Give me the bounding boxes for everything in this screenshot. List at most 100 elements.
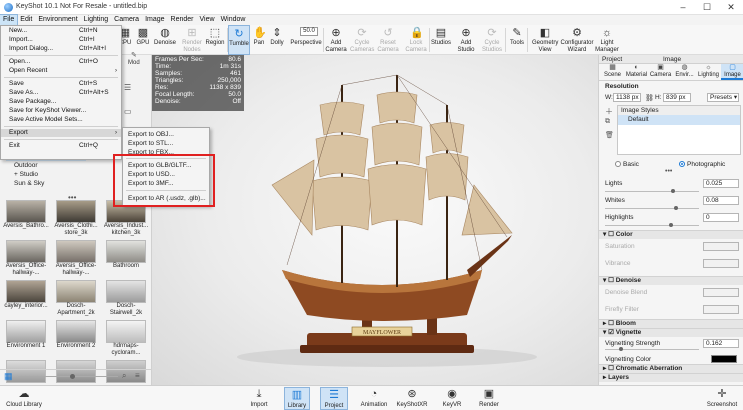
- reset-camera-button[interactable]: ↺ Reset Camera: [376, 25, 400, 55]
- file-menu-open[interactable]: Open... Ctrl+O: [1, 58, 121, 66]
- saturation-input[interactable]: [703, 242, 739, 251]
- add-style-icon[interactable]: ＋: [605, 106, 615, 116]
- fov-input[interactable]: 50.0: [300, 27, 318, 36]
- animation-button[interactable]: ◔ Animation: [360, 387, 388, 410]
- file-menu-export[interactable]: Export ›: [1, 129, 121, 137]
- environment-thumbnail[interactable]: cayley_interior...: [2, 280, 50, 318]
- vibrance-input[interactable]: [703, 259, 739, 268]
- whites-input[interactable]: 0.08: [703, 196, 739, 205]
- file-menu-save-package[interactable]: Save Package...: [1, 98, 121, 106]
- presets-dropdown[interactable]: Presets ▾: [707, 93, 739, 102]
- menu-view[interactable]: View: [197, 15, 218, 25]
- file-menu-import[interactable]: Import... Ctrl+I: [1, 36, 121, 44]
- denoise-button[interactable]: ◍ Denoise: [152, 25, 178, 55]
- vignette-color-swatch[interactable]: [711, 355, 737, 363]
- highlights-slider-knob[interactable]: [669, 223, 673, 227]
- file-menu-open-recent[interactable]: Open Recent ›: [1, 67, 121, 75]
- tab-lighting[interactable]: ☼ Lighting: [697, 64, 720, 80]
- section-splitter[interactable]: •••: [665, 168, 672, 175]
- add-camera-button[interactable]: ⊕ Add Camera: [324, 25, 348, 55]
- light-manager-button[interactable]: ☼ Light Manager: [594, 25, 620, 55]
- search-icon[interactable]: ⌕: [122, 371, 126, 381]
- export-export-to-obj[interactable]: Export to OBJ...: [123, 130, 209, 139]
- lock-camera-button[interactable]: 🔒 Lock Camera: [404, 25, 428, 55]
- render-viewport[interactable]: MAYFLOWER Frames Per Sec: 80.6 Time: 1m 31s…: [152, 55, 598, 385]
- duplicate-style-icon[interactable]: ⧉: [605, 118, 615, 128]
- basic-radio[interactable]: [615, 161, 621, 167]
- keyvr-button[interactable]: ◉ KeyVR: [440, 387, 464, 410]
- whites-slider[interactable]: [605, 208, 699, 209]
- add-studio-button[interactable]: ⊕ Add Studio: [454, 25, 478, 55]
- highlights-slider[interactable]: [605, 225, 699, 226]
- list-view-icon[interactable]: ☰: [124, 83, 131, 92]
- minimize-button[interactable]: –: [672, 0, 694, 15]
- file-menu-save-active-model-sets[interactable]: Save Active Model Sets...: [1, 116, 121, 124]
- menu-camera[interactable]: Camera: [111, 15, 142, 25]
- file-menu-new[interactable]: New... Ctrl+N: [1, 27, 121, 35]
- cycle-studios-button[interactable]: ⟳ Cycle Studios: [480, 25, 504, 55]
- tab-scene[interactable]: ▦ Scene: [601, 64, 624, 80]
- environment-thumbnail[interactable]: Dosch-Apartment_2k: [52, 280, 100, 318]
- tab-material[interactable]: ◐ Material: [625, 64, 648, 80]
- denoise-blend-input[interactable]: [703, 288, 739, 297]
- pan-button[interactable]: ✋ Pan: [251, 25, 267, 55]
- whites-slider-knob[interactable]: [674, 206, 678, 210]
- menu-image[interactable]: Image: [142, 15, 167, 25]
- models-tab-icon[interactable]: ✎: [131, 51, 137, 59]
- vignette-strength-knob[interactable]: [619, 347, 623, 351]
- firefly-filter-input[interactable]: [703, 305, 739, 314]
- cloud-library-button[interactable]: ☁ Cloud Library: [4, 387, 44, 410]
- bloom-section[interactable]: ▸ ☐ Bloom: [599, 319, 743, 328]
- environment-thumbnail[interactable]: Aversis_Bathro...: [2, 200, 50, 238]
- file-menu-save-for-keyshot-viewer[interactable]: Save for KeyShot Viewer...: [1, 107, 121, 115]
- image-style-default[interactable]: Default: [618, 115, 740, 125]
- list-toggle-icon[interactable]: ≡: [135, 371, 140, 380]
- lights-slider-knob[interactable]: [671, 189, 675, 193]
- grid-view-icon[interactable]: ▦: [4, 371, 13, 382]
- lights-input[interactable]: 0.025: [703, 179, 739, 188]
- menu-environment[interactable]: Environment: [35, 15, 80, 25]
- denoise-section[interactable]: ▾ ☐ Denoise: [599, 276, 743, 285]
- environment-thumbnail[interactable]: Environment 2: [52, 320, 100, 358]
- thumbnail-size-slider[interactable]: [18, 376, 118, 377]
- color-section[interactable]: ▾ ☐ Color: [599, 230, 743, 239]
- environment-thumbnail[interactable]: Aversis_Office-hallway-...: [2, 240, 50, 278]
- file-menu-save-as[interactable]: Save As... Ctrl+Alt+S: [1, 89, 121, 97]
- render-button[interactable]: ▣ Render: [476, 387, 502, 410]
- vignette-section[interactable]: ▾ ☑ Vignette: [599, 328, 743, 337]
- photographic-radio[interactable]: [679, 161, 685, 167]
- geometry-view-button[interactable]: ◧ Geometry View: [532, 25, 558, 55]
- models-tab-label[interactable]: Mod: [128, 60, 140, 66]
- lights-slider[interactable]: [605, 191, 699, 192]
- render-nodes-button[interactable]: ⊞ Render Nodes: [180, 25, 204, 55]
- environment-thumbnail[interactable]: Aversis_Office-hallway-...: [52, 240, 100, 278]
- tab-image[interactable]: ▢ Image: [721, 64, 743, 80]
- environment-thumbnail[interactable]: Aversis_Clothi... store_3k: [52, 200, 100, 238]
- menu-render[interactable]: Render: [168, 15, 197, 25]
- project-button[interactable]: ☰ Project: [320, 387, 348, 410]
- environment-thumbnail[interactable]: Dosch-Stairwell_2k: [102, 280, 150, 318]
- tumble-button[interactable]: ↻ Tumble: [228, 25, 250, 55]
- environment-thumbnail[interactable]: Bathroom: [102, 240, 150, 278]
- maximize-button[interactable]: ☐: [696, 0, 718, 15]
- tree-item-studio[interactable]: + Studio: [6, 170, 38, 179]
- environment-thumbnail[interactable]: hdrmaps-cycloram...: [102, 320, 150, 358]
- folder-icon[interactable]: ▭: [124, 107, 132, 116]
- cycle-cameras-button[interactable]: ⟳ Cycle Cameras: [350, 25, 374, 55]
- highlights-input[interactable]: 0: [703, 213, 739, 222]
- export-export-to-stl[interactable]: Export to STL...: [123, 139, 209, 148]
- tree-item-sun-sky[interactable]: Sun & Sky: [6, 179, 44, 188]
- file-menu-import-dialog[interactable]: Import Dialog... Ctrl+Alt+I: [1, 45, 121, 53]
- studios-button[interactable]: ▤ Studios: [430, 25, 452, 55]
- delete-style-icon[interactable]: 🗑: [605, 131, 615, 141]
- tab-envir[interactable]: ◍ Envir...: [673, 64, 696, 80]
- import-button[interactable]: ⤓ Import: [246, 387, 272, 410]
- menu-file[interactable]: File: [0, 14, 19, 26]
- lock-aspect-icon[interactable]: ⛓: [645, 94, 654, 102]
- tree-item-outdoor[interactable]: Outdoor: [6, 161, 38, 170]
- configurator-wizard-button[interactable]: ⚙ Configurator Wizard: [560, 25, 594, 55]
- width-input[interactable]: 1138 px: [613, 93, 641, 102]
- region-button[interactable]: ⬚ Region: [204, 25, 226, 55]
- slider-knob[interactable]: [70, 374, 75, 379]
- tools-button[interactable]: ✎ Tools: [508, 25, 526, 55]
